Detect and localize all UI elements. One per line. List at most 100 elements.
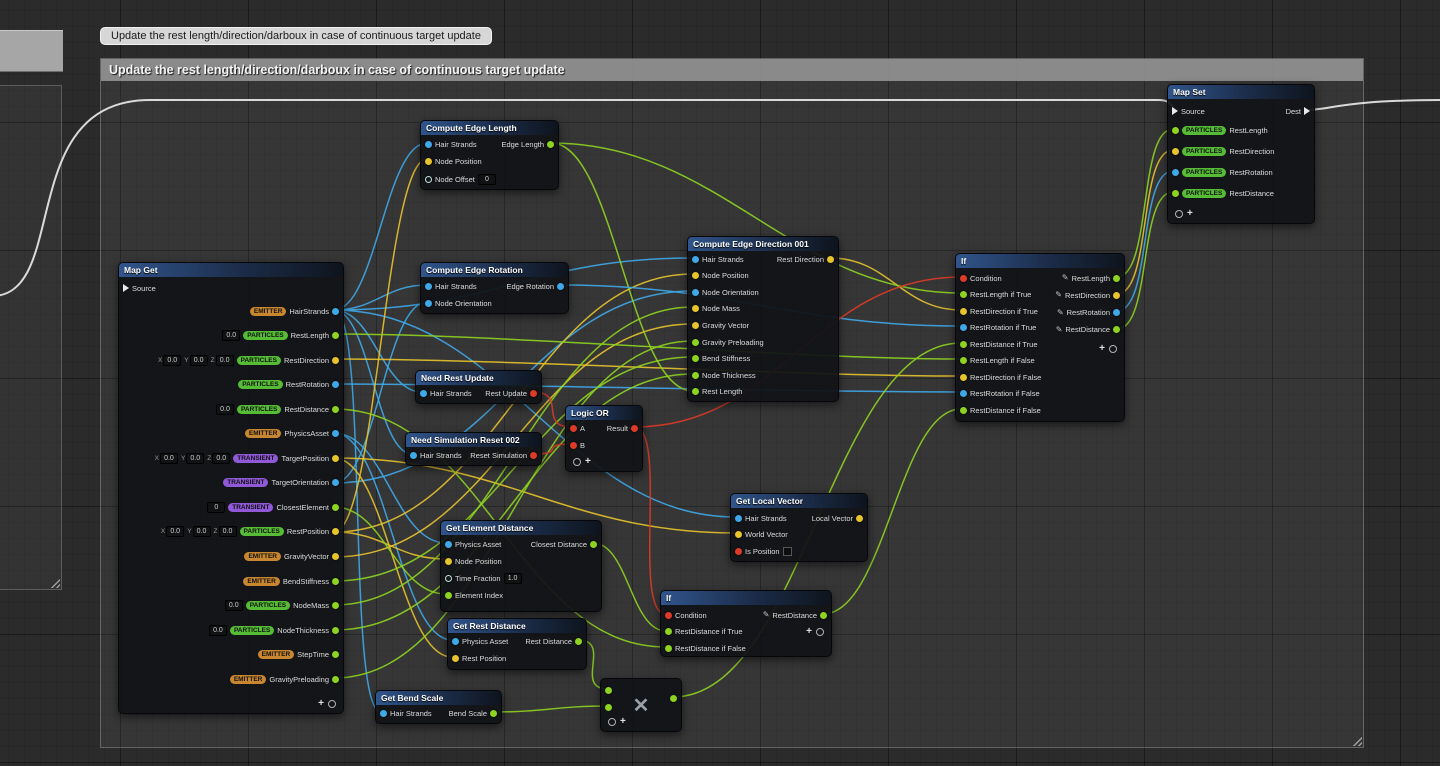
- pin-hair-strands-icon[interactable]: [425, 141, 432, 148]
- node-get-rest-distance[interactable]: Get Rest DistancePhysics AssetRest Posit…: [447, 618, 587, 670]
- pin-reset-simulation-icon[interactable]: [530, 452, 537, 459]
- pin-world-vector-icon[interactable]: [735, 531, 742, 538]
- node-header[interactable]: Map Set: [1168, 85, 1314, 99]
- node-get-local-vector[interactable]: Get Local VectorHair StrandsWorld Vector…: [730, 493, 868, 562]
- pin-options-icon[interactable]: [573, 458, 581, 466]
- exec-arrow-icon[interactable]: [1172, 107, 1178, 115]
- value-input[interactable]: 0.0: [160, 453, 178, 464]
- node-compute-edge-rotation[interactable]: Compute Edge RotationHair StrandsNode Or…: [420, 262, 569, 314]
- exec-pin-dest[interactable]: Dest: [1286, 105, 1310, 117]
- pin-physics-asset-icon[interactable]: [445, 541, 452, 548]
- value-input[interactable]: 0.0: [212, 453, 230, 464]
- add-pin-icon[interactable]: +: [1187, 210, 1193, 218]
- value-input[interactable]: 0.0: [222, 330, 240, 341]
- value-input[interactable]: 0.0: [186, 453, 204, 464]
- exec-pin-source[interactable]: Source: [1172, 105, 1205, 117]
- pin-a-icon[interactable]: [570, 425, 577, 432]
- pin-edge-length-icon[interactable]: [547, 141, 554, 148]
- node-logic-or[interactable]: Logic ORABResult+: [565, 405, 643, 472]
- value-input[interactable]: 0.0: [216, 355, 234, 366]
- value-input[interactable]: 1.0: [504, 573, 522, 584]
- pin-hair-strands-icon[interactable]: [425, 283, 432, 290]
- value-input[interactable]: 0.0: [209, 625, 227, 636]
- pin-node-orientation-icon[interactable]: [692, 289, 699, 296]
- pin-options-icon[interactable]: [328, 700, 336, 708]
- pin-gravity-preloading-icon[interactable]: [692, 339, 699, 346]
- value-input[interactable]: 0.0: [193, 526, 211, 537]
- pin-restdirection-icon[interactable]: [332, 357, 339, 364]
- exec-pin-source[interactable]: Source: [123, 282, 156, 294]
- pin-restlength-if-true-icon[interactable]: [960, 291, 967, 298]
- node-header[interactable]: If: [956, 254, 1124, 268]
- pin-local-vector-icon[interactable]: [856, 515, 863, 522]
- node-header[interactable]: Need Simulation Reset 002: [406, 433, 541, 447]
- node-header[interactable]: Compute Edge Rotation: [421, 263, 568, 277]
- pin-restlength-icon[interactable]: [332, 332, 339, 339]
- node-header[interactable]: Get Element Distance: [441, 521, 601, 535]
- pin-node-position-icon[interactable]: [692, 272, 699, 279]
- pin-condition-icon[interactable]: [665, 612, 672, 619]
- value-input[interactable]: 0.0: [219, 526, 237, 537]
- edit-icon[interactable]: ✎: [763, 611, 770, 619]
- pin-restlength-icon[interactable]: [1113, 275, 1120, 282]
- pin-element-index-icon[interactable]: [445, 592, 452, 599]
- pin-value-icon[interactable]: [605, 687, 612, 694]
- pin-restdirection-if-false-icon[interactable]: [960, 374, 967, 381]
- pin-restrotation-icon[interactable]: [1113, 309, 1120, 316]
- comment-resize-handle[interactable]: [1351, 735, 1362, 746]
- offscreen-comment-header[interactable]: [0, 30, 63, 72]
- pin-closestelement-icon[interactable]: [332, 504, 339, 511]
- pin-restdistance-if-false-icon[interactable]: [960, 407, 967, 414]
- pin-restdistance-if-true-icon[interactable]: [665, 628, 672, 635]
- pin-restdistance-if-true-icon[interactable]: [960, 341, 967, 348]
- pin-steptime-icon[interactable]: [332, 651, 339, 658]
- pin-edge-rotation-icon[interactable]: [557, 283, 564, 290]
- pin-hair-strands-icon[interactable]: [410, 452, 417, 459]
- pin-targetposition-icon[interactable]: [332, 455, 339, 462]
- comment-bubble[interactable]: Update the rest length/direction/darboux…: [100, 27, 492, 45]
- pin-physicsasset-icon[interactable]: [332, 430, 339, 437]
- pin-restrotation-icon[interactable]: [332, 381, 339, 388]
- node-get-element-distance[interactable]: Get Element DistancePhysics AssetNode Po…: [440, 520, 602, 612]
- pin-restdistance-if-false-icon[interactable]: [665, 645, 672, 652]
- pin-restdistance-icon[interactable]: [820, 612, 827, 619]
- pin-restdirection-icon[interactable]: [1113, 292, 1120, 299]
- pin-value-icon[interactable]: [605, 704, 612, 711]
- node-map-set[interactable]: Map SetSourceDestPARTICLESRestLengthPART…: [1167, 84, 1315, 224]
- pin-targetorientation-icon[interactable]: [332, 479, 339, 486]
- pin-rest-update-icon[interactable]: [530, 390, 537, 397]
- pin-hair-strands-icon[interactable]: [420, 390, 427, 397]
- pin-options-icon[interactable]: [816, 628, 824, 636]
- pin-result-icon[interactable]: [631, 425, 638, 432]
- value-input[interactable]: 0.0: [225, 600, 243, 611]
- pin-physics-asset-icon[interactable]: [452, 638, 459, 645]
- pin-restlength-if-false-icon[interactable]: [960, 357, 967, 364]
- pin-value-icon[interactable]: [670, 695, 677, 702]
- pin-options-icon[interactable]: [1175, 210, 1183, 218]
- node-need-rest-update[interactable]: Need Rest UpdateHair StrandsRest Update: [415, 370, 542, 404]
- pin-bend-scale-icon[interactable]: [490, 710, 497, 717]
- pin-node-offset-icon[interactable]: [425, 176, 432, 183]
- pin-time-fraction-icon[interactable]: [445, 575, 452, 582]
- value-input[interactable]: 0.0: [216, 404, 234, 415]
- add-pin-icon[interactable]: +: [318, 700, 324, 708]
- pin-rest-position-icon[interactable]: [452, 655, 459, 662]
- pin-gravitypreloading-icon[interactable]: [332, 676, 339, 683]
- value-input[interactable]: 0.0: [163, 355, 181, 366]
- node-header[interactable]: Get Local Vector: [731, 494, 867, 508]
- pin-hair-strands-icon[interactable]: [380, 710, 387, 717]
- node-header[interactable]: Compute Edge Length: [421, 121, 558, 135]
- pin-restrotation-if-false-icon[interactable]: [960, 390, 967, 397]
- add-pin-icon[interactable]: +: [620, 718, 626, 726]
- add-pin-icon[interactable]: +: [585, 458, 591, 466]
- pin-node-mass-icon[interactable]: [692, 305, 699, 312]
- pin-bendstiffness-icon[interactable]: [332, 578, 339, 585]
- pin-bend-stiffness-icon[interactable]: [692, 355, 699, 362]
- node-compute-edge-direction-001[interactable]: Compute Edge Direction 001Hair StrandsNo…: [687, 236, 839, 402]
- value-input[interactable]: 0: [478, 174, 496, 185]
- node-compute-edge-length[interactable]: Compute Edge LengthHair StrandsNode Posi…: [420, 120, 559, 190]
- pin-hairstrands-icon[interactable]: [332, 308, 339, 315]
- pin-hair-strands-icon[interactable]: [735, 515, 742, 522]
- node-if-distance[interactable]: IfConditionRestDistance if TrueRestDista…: [660, 590, 832, 657]
- node-header[interactable]: Logic OR: [566, 406, 642, 420]
